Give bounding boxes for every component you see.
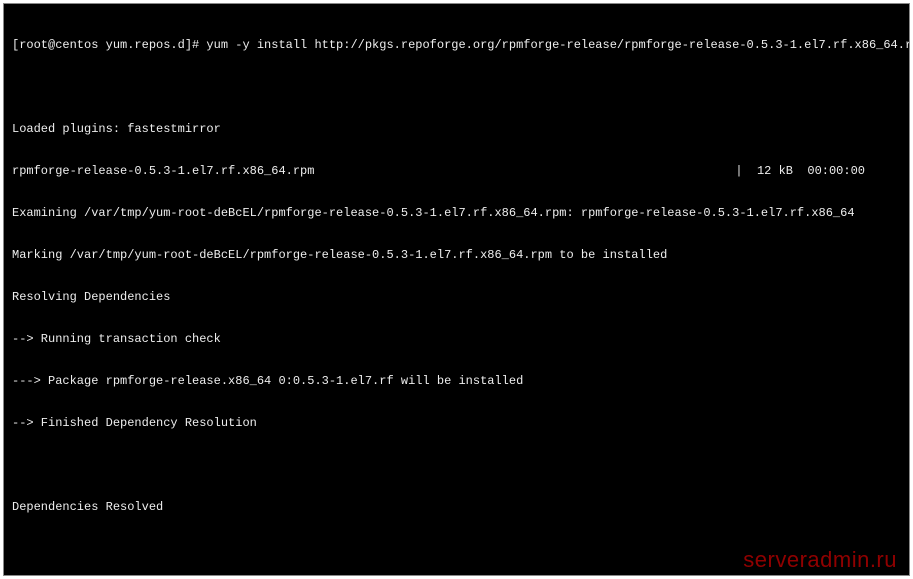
- output-line: Examining /var/tmp/yum-root-deBcEL/rpmfo…: [12, 206, 901, 220]
- download-progress-line: rpmforge-release-0.5.3-1.el7.rf.x86_64.r…: [12, 164, 901, 178]
- terminal-window[interactable]: [root@centos yum.repos.d]# yum -y instal…: [3, 3, 910, 576]
- output-line: Resolving Dependencies: [12, 290, 901, 304]
- output-line: --> Running transaction check: [12, 332, 901, 346]
- rpm-filename: rpmforge-release-0.5.3-1.el7.rf.x86_64.r…: [12, 164, 735, 178]
- output-line: Loaded plugins: fastestmirror: [12, 122, 901, 136]
- output-line: ---> Package rpmforge-release.x86_64 0:0…: [12, 374, 901, 388]
- rpm-progress: | 12 kB 00:00:00: [735, 164, 901, 178]
- shell-prompt-line: [root@centos yum.repos.d]# yum -y instal…: [12, 38, 901, 52]
- watermark: serveradmin.ru: [743, 553, 897, 567]
- deps-resolved-label: Dependencies Resolved: [12, 500, 901, 514]
- output-line: --> Finished Dependency Resolution: [12, 416, 901, 430]
- output-line: Marking /var/tmp/yum-root-deBcEL/rpmforg…: [12, 248, 901, 262]
